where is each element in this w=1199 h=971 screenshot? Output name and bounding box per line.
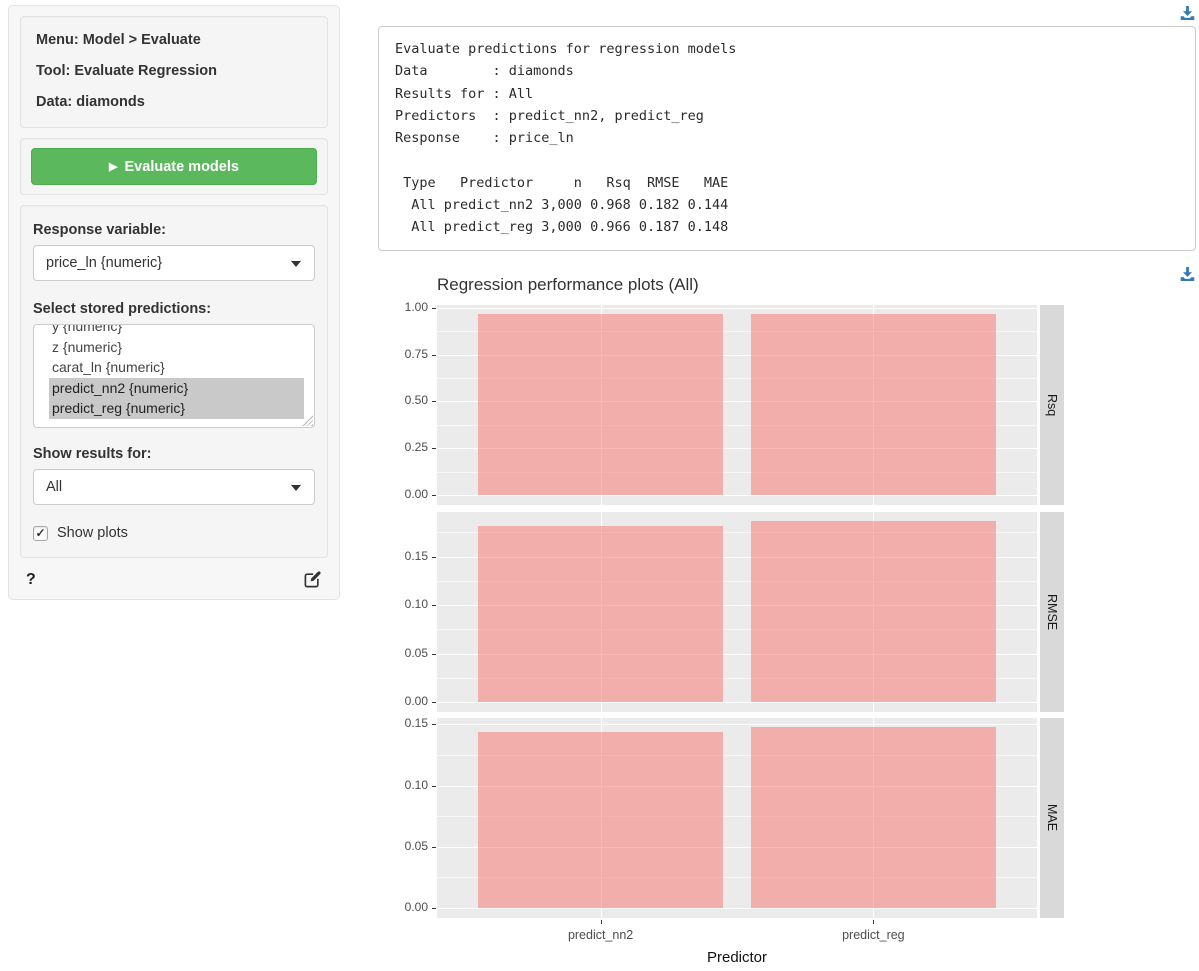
show-plots-checkbox[interactable]: ✓ Show plots — [33, 525, 315, 541]
menu-breadcrumb: Menu: Model > Evaluate — [36, 29, 312, 51]
prediction-option[interactable]: predict_nn2 {numeric} — [49, 378, 304, 399]
caret-down-icon — [291, 261, 301, 267]
tool-name: Tool: Evaluate Regression — [36, 60, 312, 82]
y-tick-label: 0.05 — [384, 646, 428, 660]
main-content: Evaluate predictions for regression mode… — [378, 0, 1196, 971]
prediction-option[interactable]: z {numeric} — [49, 337, 304, 358]
y-tick-mark — [432, 355, 436, 356]
stored-predictions-label: Select stored predictions: — [33, 301, 315, 317]
bar — [478, 526, 723, 703]
y-tick-label: 1.00 — [384, 300, 428, 314]
prediction-option[interactable]: carat_ln {numeric} — [49, 357, 304, 378]
y-tick-mark — [432, 495, 436, 496]
settings-panel: Response variable: price_ln {numeric} Se… — [20, 205, 328, 558]
facet-strip-label: RMSE — [1045, 594, 1059, 630]
y-tick-mark — [432, 786, 436, 787]
y-tick-label: 0.05 — [384, 839, 428, 853]
plot-header: Regression performance plots (All) — [378, 266, 1196, 302]
bar — [751, 727, 996, 908]
edit-report-icon[interactable] — [303, 570, 322, 589]
bar — [751, 521, 996, 702]
evaluate-models-label: Evaluate models — [125, 159, 239, 175]
x-tick-mark — [601, 920, 602, 924]
y-gridline-major — [437, 702, 1037, 703]
y-tick-label: 0.00 — [384, 487, 428, 501]
y-tick-label: 0.15 — [384, 716, 428, 730]
x-axis-title: Predictor — [437, 949, 1037, 966]
sidebar-footer: ? — [20, 568, 328, 593]
y-tick-mark — [432, 847, 436, 848]
download-plot-icon[interactable] — [1179, 266, 1196, 282]
y-tick-label: 0.10 — [384, 778, 428, 792]
x-tick-label: predict_reg — [803, 928, 943, 942]
summary-toolbar — [378, 0, 1196, 26]
response-variable-label: Response variable: — [33, 222, 315, 238]
play-icon: ▶ — [109, 161, 117, 173]
x-tick-label: predict_nn2 — [531, 928, 671, 942]
help-icon[interactable]: ? — [26, 571, 36, 589]
y-gridline-major — [437, 908, 1037, 909]
y-tick-label: 0.75 — [384, 347, 428, 361]
y-gridline-major — [437, 724, 1037, 725]
y-tick-mark — [432, 605, 436, 606]
y-tick-label: 0.25 — [384, 440, 428, 454]
prediction-option[interactable]: y {numeric} — [49, 324, 304, 337]
y-tick-mark — [432, 908, 436, 909]
sidebar: Menu: Model > Evaluate Tool: Evaluate Re… — [8, 5, 340, 600]
x-tick-mark — [873, 920, 874, 924]
facet-strip-label: MAE — [1045, 804, 1059, 831]
show-results-for-select[interactable]: All — [33, 469, 315, 505]
facet-strip: MAE — [1040, 718, 1064, 918]
download-summary-icon[interactable] — [1179, 5, 1196, 21]
evaluate-models-button[interactable]: ▶ Evaluate models — [31, 148, 317, 185]
bar — [478, 314, 723, 495]
show-results-for-label: Show results for: — [33, 446, 315, 462]
y-tick-label: 0.00 — [384, 900, 428, 914]
y-gridline-major — [437, 495, 1037, 496]
y-tick-label: 0.00 — [384, 694, 428, 708]
y-tick-mark — [432, 557, 436, 558]
bar — [478, 732, 723, 908]
y-tick-mark — [432, 702, 436, 703]
bar — [751, 314, 996, 495]
stored-predictions-listbox[interactable]: y {numeric}z {numeric}carat_ln {numeric}… — [33, 324, 315, 428]
show-plots-label: Show plots — [57, 525, 128, 541]
action-panel: ▶ Evaluate models — [20, 138, 328, 195]
y-tick-mark — [432, 401, 436, 402]
y-tick-label: 0.50 — [384, 393, 428, 407]
dataset-name: Data: diamonds — [36, 91, 312, 113]
plot-title: Regression performance plots (All) — [437, 266, 699, 295]
facet-strip: Rsq — [1040, 305, 1064, 505]
facet-strip-label: Rsq — [1045, 394, 1059, 416]
response-variable-value: price_ln {numeric} — [46, 255, 162, 271]
context-panel: Menu: Model > Evaluate Tool: Evaluate Re… — [20, 16, 328, 128]
summary-output: Evaluate predictions for regression mode… — [378, 26, 1196, 251]
checkbox-icon: ✓ — [33, 526, 48, 541]
prediction-option[interactable]: predict_reg {numeric} — [49, 398, 304, 419]
y-tick-mark — [432, 654, 436, 655]
y-tick-mark — [432, 724, 436, 725]
y-tick-label: 0.10 — [384, 597, 428, 611]
y-gridline-major — [437, 308, 1037, 309]
caret-down-icon — [291, 485, 301, 491]
y-tick-mark — [432, 448, 436, 449]
performance-plot: 0.000.250.500.751.00Rsq0.000.050.100.15R… — [378, 305, 1196, 971]
y-tick-label: 0.15 — [384, 549, 428, 563]
show-results-for-value: All — [46, 479, 62, 495]
facet-strip: RMSE — [1040, 512, 1064, 712]
response-variable-select[interactable]: price_ln {numeric} — [33, 245, 315, 281]
y-tick-mark — [432, 308, 436, 309]
